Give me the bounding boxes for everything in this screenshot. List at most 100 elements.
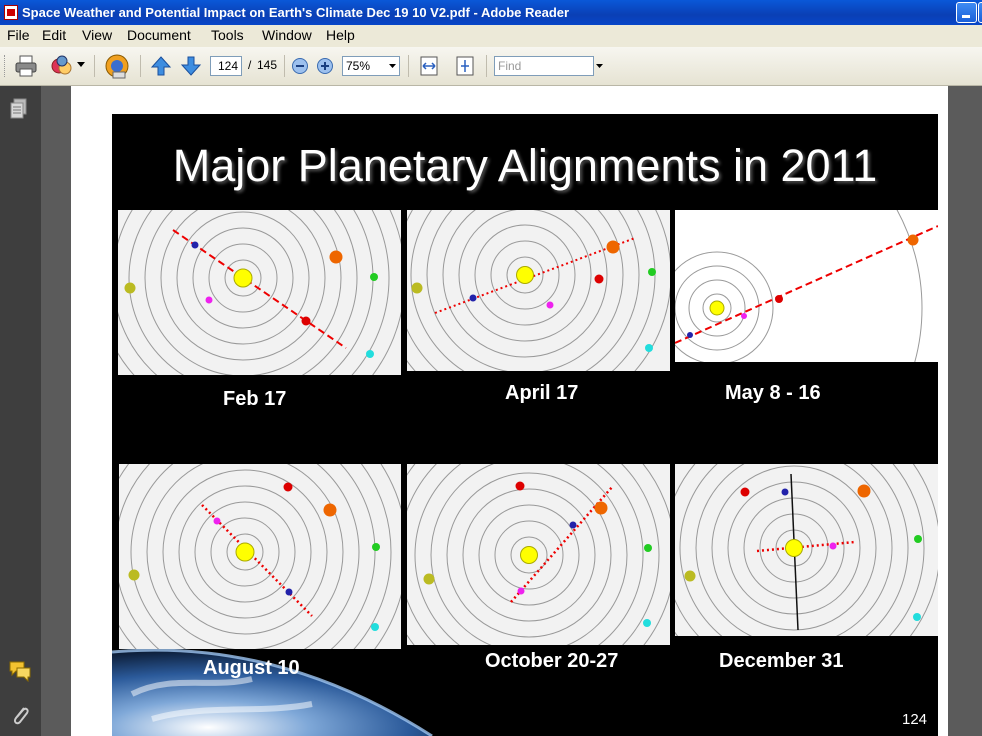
menu-tools[interactable]: Tools [211, 27, 244, 43]
menu-help[interactable]: Help [326, 27, 355, 43]
caption-october-20-27: October 20-27 [485, 650, 619, 672]
menu-view[interactable]: View [82, 27, 112, 43]
planet-marker [907, 234, 919, 246]
planet-marker [205, 296, 213, 304]
menu-window[interactable]: Window [262, 27, 312, 43]
earth-image [112, 648, 433, 736]
collaborate-icon[interactable] [103, 52, 131, 80]
minimize-button[interactable] [956, 2, 977, 23]
planet-marker [517, 587, 525, 595]
zoom-in-icon[interactable] [316, 57, 334, 75]
previous-page-icon[interactable] [150, 55, 172, 77]
planet-marker [648, 268, 656, 276]
planet-marker [469, 294, 477, 302]
menu-bar: File Edit View Document Tools Window Hel… [0, 25, 982, 48]
planet-marker [213, 517, 221, 525]
alignment-line [675, 225, 938, 344]
toolbar-separator [94, 55, 95, 77]
fit-page-icon[interactable] [454, 55, 476, 77]
sun [520, 546, 538, 564]
sun [785, 539, 803, 557]
alignment-panel-december-31 [675, 464, 938, 636]
create-pdf-icon[interactable] [50, 54, 74, 78]
planet-marker [371, 623, 379, 631]
alignment-panel-feb-17 [118, 210, 401, 375]
pdf-app-icon [4, 5, 18, 20]
planet-marker [775, 295, 783, 303]
planet-marker [594, 501, 608, 515]
zoom-out-icon[interactable] [291, 57, 309, 75]
alignment-line [756, 540, 856, 553]
planet-marker [370, 273, 378, 281]
toolbar-separator [140, 55, 141, 77]
planet-marker [285, 588, 293, 596]
planet-marker [191, 241, 199, 249]
find-input[interactable]: Find [494, 56, 594, 76]
toolbar-separator [408, 55, 409, 77]
pages-panel-icon[interactable] [9, 98, 29, 120]
planet-marker [781, 488, 789, 496]
slide-page-number: 124 [902, 711, 928, 728]
comments-icon[interactable] [8, 660, 32, 682]
caption-feb-17: Feb 17 [223, 388, 287, 410]
planet-marker [741, 313, 747, 319]
menu-document[interactable]: Document [127, 27, 191, 43]
caption-december-31: December 31 [719, 650, 844, 672]
sun [235, 542, 255, 562]
planet-marker [283, 482, 293, 492]
planet-marker [124, 282, 136, 294]
slide: Major Planetary Alignments in 2011 Feb 1… [112, 114, 938, 736]
planet-marker [684, 570, 696, 582]
planet-marker [643, 619, 651, 627]
alignment-panel-august-10 [119, 464, 401, 649]
fit-width-icon[interactable] [418, 55, 440, 77]
planet-marker [594, 274, 604, 284]
planet-marker [606, 240, 620, 254]
planet-marker [423, 573, 435, 585]
find-dropdown-icon[interactable] [596, 64, 603, 69]
maximize-button[interactable] [978, 2, 982, 23]
planet-marker [829, 542, 837, 550]
sun [709, 300, 725, 316]
toolbar-separator [284, 55, 285, 77]
create-pdf-dropdown-icon[interactable] [77, 62, 85, 68]
caption-april-17: April 17 [505, 382, 579, 404]
planet-marker [687, 332, 693, 338]
navigation-sidebar [0, 86, 42, 736]
planet-marker [645, 344, 653, 352]
caption-august-10: August 10 [203, 657, 300, 679]
menu-file[interactable]: File [7, 27, 30, 43]
menu-edit[interactable]: Edit [42, 27, 66, 43]
title-bar: Space Weather and Potential Impact on Ea… [0, 0, 982, 25]
next-page-icon[interactable] [180, 55, 202, 77]
print-icon[interactable] [14, 54, 38, 78]
slide-title: Major Planetary Alignments in 2011 [172, 140, 878, 191]
planet-marker [515, 481, 525, 491]
page-number-input[interactable]: 124 [210, 56, 242, 76]
alignment-panel-april-17 [407, 210, 670, 371]
alignment-line [172, 229, 347, 349]
total-pages: 145 [257, 58, 278, 72]
alignment-panel-may-8-16 [675, 210, 938, 362]
planet-marker [411, 282, 423, 294]
planet-marker [740, 487, 750, 497]
planet-marker [857, 484, 871, 498]
planet-marker [372, 543, 380, 551]
planet-marker [569, 521, 577, 529]
toolbar-grip[interactable] [4, 55, 8, 77]
caption-may-8-16: May 8 - 16 [725, 382, 821, 404]
planet-marker [329, 250, 343, 264]
alignment-panel-october-20-27 [407, 464, 670, 645]
page-separator: / [248, 58, 252, 72]
planet-marker [914, 535, 922, 543]
toolbar-separator [486, 55, 487, 77]
zoom-dropdown-icon[interactable] [389, 64, 396, 69]
window-title: Space Weather and Potential Impact on Ea… [22, 5, 570, 20]
planet-marker [366, 350, 374, 358]
attachments-icon[interactable] [10, 702, 30, 726]
sun [516, 266, 534, 284]
planet-marker [644, 544, 652, 552]
sun [233, 268, 253, 288]
toolbar: 124 / 145 75% Find [0, 47, 982, 86]
planet-marker [301, 316, 311, 326]
